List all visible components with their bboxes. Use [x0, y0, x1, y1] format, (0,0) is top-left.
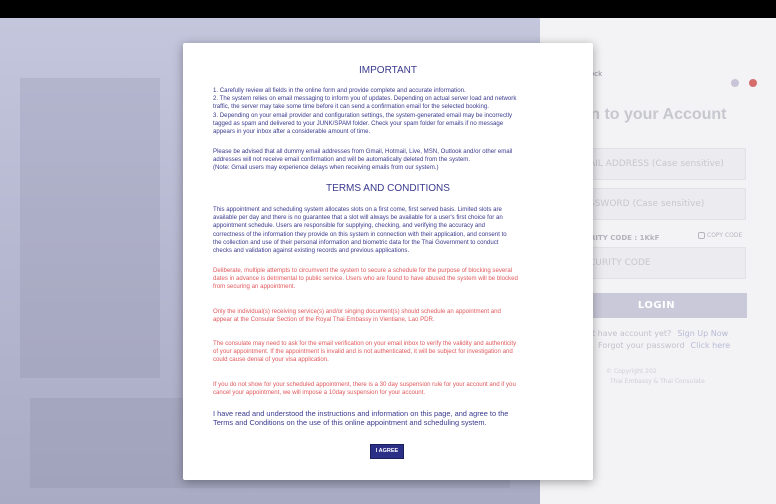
dummy-email-notice: Please be advised that all dummy email a… — [213, 148, 563, 173]
warning-line: cancel your appointment, we will impose … — [213, 389, 426, 397]
email-field[interactable]: AIL ADDRESS (Case sensitive) — [566, 148, 746, 180]
thai-flag-icon[interactable] — [731, 79, 739, 87]
terms-title: TERMS AND CONDITIONS — [326, 183, 450, 194]
english-flag-icon[interactable] — [749, 79, 758, 87]
terms-line: the collection and use of their personal… — [213, 238, 499, 246]
warning-line: Only the individual(s) receiving service… — [213, 308, 501, 315]
no-account-text: t have account yet? — [592, 329, 672, 338]
security-code-placeholder: CURITY CODE — [589, 258, 651, 268]
dummy-email-line: addresses will not receive email confirm… — [213, 156, 471, 164]
email-placeholder: AIL ADDRESS (Case sensitive) — [589, 159, 724, 169]
abuse-warning: Deliberate, multiple attempts to circumv… — [213, 267, 563, 292]
terms-line: checks and validation against existing r… — [213, 247, 410, 255]
copy-icon — [698, 232, 705, 239]
language-switcher — [726, 72, 758, 91]
agreement-line: Terms and Conditions on the use of this … — [213, 417, 487, 427]
important-list: 1. Carefully review all fields in the on… — [213, 87, 563, 136]
important-line: tagged as spam and delivered to your JUN… — [213, 119, 504, 127]
terms-line: appointment schedule. Users are responsi… — [213, 222, 486, 230]
account-links: t have account yet? Sign Up Now Forgot yo… — [582, 328, 730, 352]
agreement-statement: I have read and understood the instructi… — [213, 409, 563, 427]
copyright-org: Thai Embassy & Thai Consulate — [610, 378, 705, 385]
copy-code-label: COPY CODE — [707, 232, 743, 239]
important-title: IMPORTANT — [359, 65, 417, 76]
warning-line: Deliberate, multiple attempts to circumv… — [213, 267, 513, 274]
terms-line: correctness of the information they prov… — [213, 230, 507, 238]
login-heading: gin to your Account — [576, 106, 727, 123]
warning-line: from securing an appointment. — [213, 283, 296, 291]
security-code-label: RITY CODE : 1KkF — [590, 234, 660, 242]
warning-line: could cause denial of your visa applicat… — [213, 356, 329, 364]
suspension-warning: If you do not show for your scheduled ap… — [213, 381, 563, 397]
forgot-password-text: Forgot your password — [598, 341, 685, 350]
individual-warning: Only the individual(s) receiving service… — [213, 308, 563, 324]
background-building-shape — [20, 78, 160, 378]
click-here-link[interactable]: Click here — [691, 341, 731, 350]
important-line: 1. Carefully review all fields in the on… — [213, 87, 466, 94]
password-field[interactable]: SSWORD (Case sensitive) — [566, 188, 746, 220]
copyright-line: © Copyright 202 — [606, 368, 657, 375]
important-line: traffic, the server may take some time b… — [213, 103, 489, 111]
terms-line: This appointment and scheduling system a… — [213, 206, 502, 213]
password-placeholder: SSWORD (Case sensitive) — [589, 199, 705, 209]
browser-top-bar — [0, 0, 776, 18]
warning-line: of your appointment. If the appointment … — [213, 348, 513, 356]
dummy-email-line: (Note: Gmail users may experience delays… — [213, 164, 439, 172]
important-line: 2. The system relies on email messaging … — [213, 95, 517, 103]
terms-line: available per day and there is no guaran… — [213, 214, 503, 222]
verification-warning: The consulate may need to ask for the em… — [213, 340, 563, 365]
important-line: 3. Depending on your email provider and … — [213, 111, 513, 119]
terms-paragraph: This appointment and scheduling system a… — [213, 206, 563, 255]
warning-line: dates in advance is detrimental to publi… — [213, 275, 518, 283]
agree-button[interactable]: I AGREE — [370, 444, 404, 459]
login-button[interactable]: LOGIN — [566, 293, 747, 318]
dummy-email-line: Please be advised that all dummy email a… — [213, 148, 513, 155]
signup-link[interactable]: Sign Up Now — [677, 329, 728, 338]
warning-line: appear at the Consular Section of the Ro… — [213, 316, 435, 324]
copy-code-button[interactable]: COPY CODE — [698, 232, 742, 239]
security-code-field[interactable]: CURITY CODE — [566, 247, 746, 279]
important-line: appears in your inbox after a considerab… — [213, 128, 371, 136]
warning-line: The consulate may need to ask for the em… — [213, 340, 517, 347]
warning-line: If you do not show for your scheduled ap… — [213, 381, 516, 388]
terms-modal: IMPORTANT 1. Carefully review all fields… — [183, 43, 593, 480]
